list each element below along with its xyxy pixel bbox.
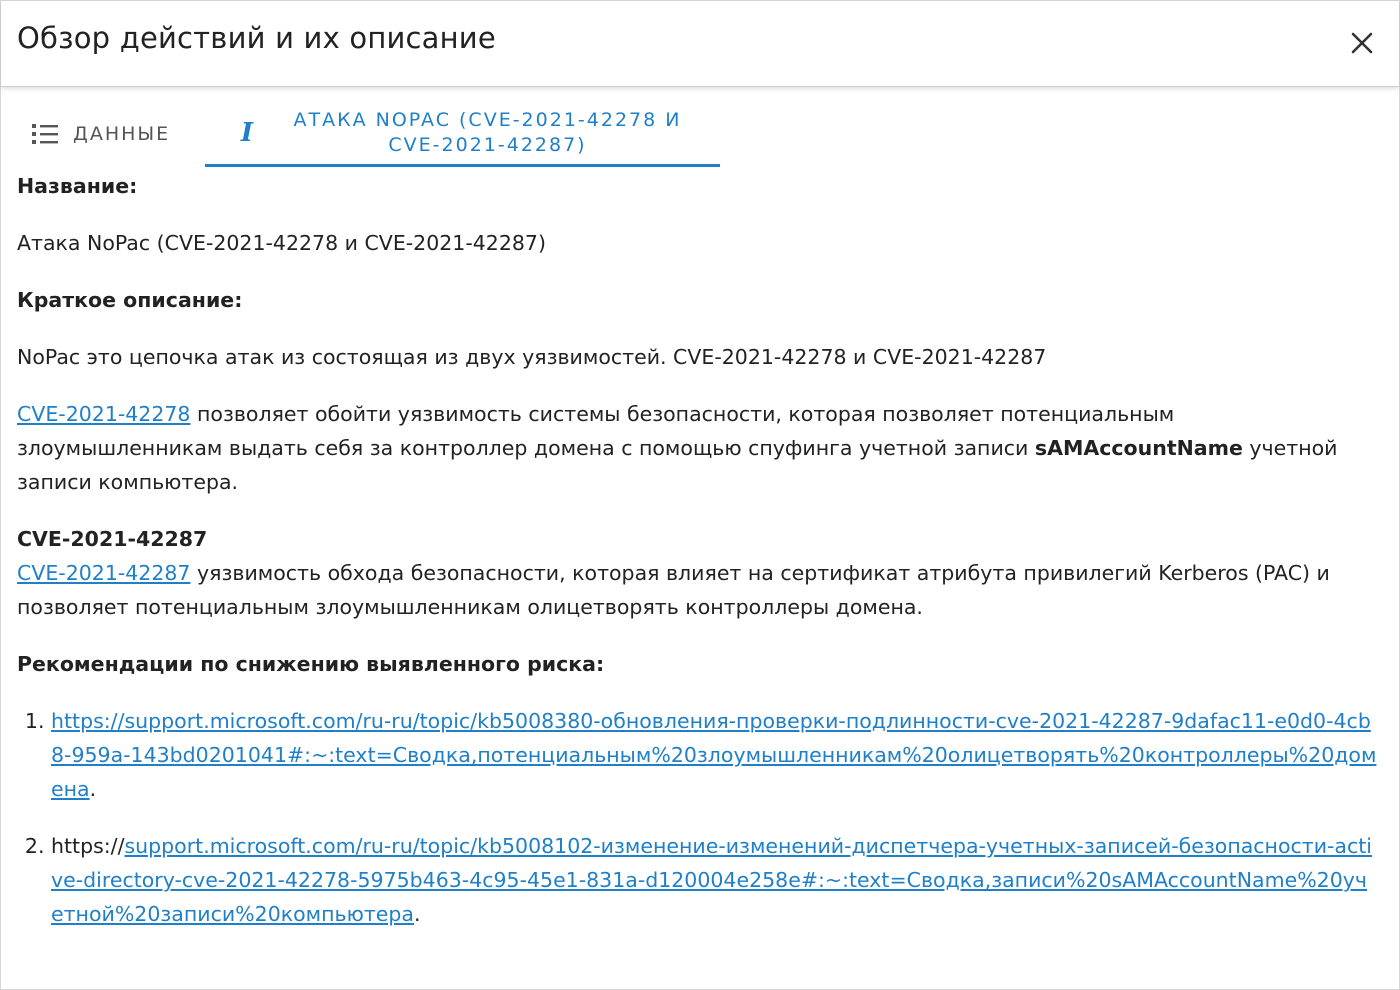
dialog-header: Обзор действий и их описание: [1, 1, 1399, 87]
summary-text: NoPac это цепочка атак из состоящая из д…: [17, 345, 1047, 369]
cve2-paragraph: CVE-2021-42287 уязвимость обхода безопас…: [17, 556, 1377, 624]
name-heading: Название:: [17, 174, 138, 198]
ref1-link[interactable]: https://support.microsoft.com/ru-ru/topi…: [51, 709, 1376, 801]
description-content: Название: Атака NoPac (CVE-2021-42278 и …: [17, 169, 1377, 931]
ref2-prefix: https://: [51, 834, 125, 858]
cve2-heading: CVE-2021-42287: [17, 527, 208, 551]
list-item: https://support.microsoft.com/ru-ru/topi…: [51, 829, 1377, 931]
tab-bar: Данные i Атака NoPac (CVE-2021-42278 и C…: [17, 101, 720, 167]
tab-data-label: Данные: [73, 123, 171, 145]
name-value: Атака NoPac (CVE-2021-42278 и CVE-2021-4…: [17, 231, 546, 255]
list-item: https://support.microsoft.com/ru-ru/topi…: [51, 704, 1377, 806]
dialog-title: Обзор действий и их описание: [17, 21, 496, 55]
ref2-suffix: .: [414, 902, 421, 926]
cve1-paragraph: CVE-2021-42278 позволяет обойти уязвимос…: [17, 397, 1377, 499]
cve1-text: позволяет обойти уязвимость системы безо…: [17, 402, 1175, 460]
tab-nopac-attack[interactable]: i Атака NoPac (CVE-2021-42278 и CVE-2021…: [205, 101, 720, 167]
ref2-link[interactable]: support.microsoft.com/ru-ru/topic/kb5008…: [51, 834, 1372, 926]
cve2-link[interactable]: CVE-2021-42287: [17, 561, 190, 585]
recommendations-list: https://support.microsoft.com/ru-ru/topi…: [17, 704, 1377, 931]
list-icon: [31, 122, 59, 146]
close-icon: [1351, 32, 1373, 54]
summary-heading: Краткое описание:: [17, 288, 243, 312]
close-button[interactable]: [1347, 28, 1377, 58]
info-icon: i: [240, 117, 256, 148]
cve1-bold-term: sAMAccountName: [1034, 436, 1243, 460]
cve2-text: уязвимость обхода безопасности, которая …: [17, 561, 1330, 619]
action-overview-dialog: Обзор действий и их описание Данные: [0, 0, 1400, 990]
recommendations-heading: Рекомендации по снижению выявленного рис…: [17, 652, 605, 676]
tab-data[interactable]: Данные: [17, 101, 205, 167]
cve1-link[interactable]: CVE-2021-42278: [17, 402, 190, 426]
ref1-suffix: .: [89, 777, 97, 801]
tab-nopac-attack-label: Атака NoPac (CVE-2021-42278 и CVE-2021-4…: [293, 108, 682, 156]
